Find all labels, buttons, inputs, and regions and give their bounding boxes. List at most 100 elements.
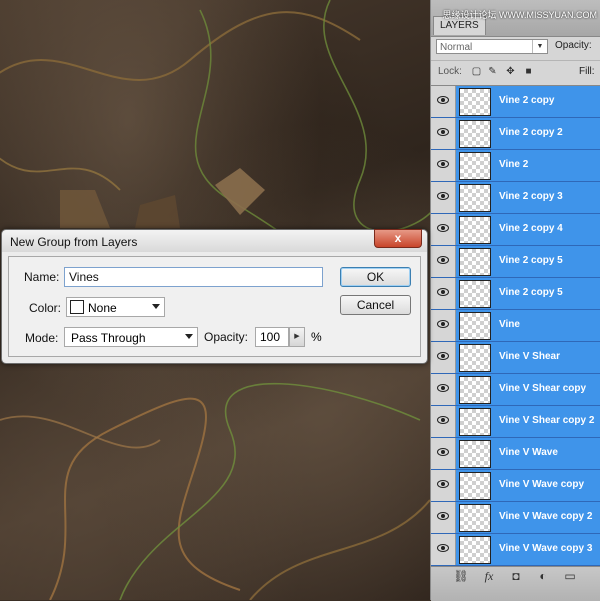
layer-row-body[interactable]: Vine V Wave copy 3 xyxy=(456,534,600,565)
layer-name: Vine 2 copy 4 xyxy=(499,223,563,234)
chevron-down-icon xyxy=(152,304,160,309)
color-select[interactable]: None xyxy=(66,297,165,317)
fx-icon[interactable]: fx xyxy=(481,569,497,584)
mask-icon[interactable]: ◘ xyxy=(508,569,524,583)
ok-button[interactable]: OK xyxy=(340,267,411,287)
layer-row-body[interactable]: Vine V Wave copy xyxy=(456,470,600,501)
color-swatch xyxy=(70,300,84,314)
layer-thumbnail xyxy=(459,280,491,308)
eye-icon xyxy=(437,288,449,296)
layer-row-body[interactable]: Vine xyxy=(456,310,600,341)
layer-name: Vine V Wave copy xyxy=(499,479,585,490)
layer-name: Vine V Shear copy 2 xyxy=(499,415,595,426)
layer-thumbnail xyxy=(459,536,491,564)
layer-row[interactable]: Vine 2 copy 3 xyxy=(431,182,600,214)
layer-row[interactable]: Vine V Wave copy 3 xyxy=(431,534,600,566)
visibility-toggle[interactable] xyxy=(431,246,456,277)
layer-row[interactable]: Vine V Wave copy 2 xyxy=(431,502,600,534)
layer-thumbnail xyxy=(459,120,491,148)
layer-row-body[interactable]: Vine V Shear copy 2 xyxy=(456,406,600,437)
layer-name: Vine xyxy=(499,319,520,330)
layer-name: Vine 2 xyxy=(499,159,529,170)
visibility-toggle[interactable] xyxy=(431,310,456,341)
layer-name: Vine V Wave copy 3 xyxy=(499,543,593,554)
layer-thumbnail xyxy=(459,248,491,276)
lock-image-icon[interactable]: ✎ xyxy=(487,66,498,77)
visibility-toggle[interactable] xyxy=(431,438,456,469)
layer-thumbnail xyxy=(459,440,491,468)
visibility-toggle[interactable] xyxy=(431,278,456,309)
fill-label: Fill: xyxy=(579,66,595,77)
layer-row[interactable]: Vine 2 copy 2 xyxy=(431,118,600,150)
eye-icon xyxy=(437,448,449,456)
visibility-toggle[interactable] xyxy=(431,470,456,501)
layer-row-body[interactable]: Vine 2 xyxy=(456,150,600,181)
close-button[interactable]: x xyxy=(374,229,422,248)
lock-position-icon[interactable]: ✥ xyxy=(505,66,516,77)
visibility-toggle[interactable] xyxy=(431,502,456,533)
layer-row[interactable]: Vine V Wave xyxy=(431,438,600,470)
layer-row[interactable]: Vine 2 copy 5 xyxy=(431,246,600,278)
layer-row-body[interactable]: Vine V Wave xyxy=(456,438,600,469)
lock-transparent-icon[interactable]: ▢ xyxy=(471,66,482,77)
name-input[interactable] xyxy=(64,267,323,287)
layer-row[interactable]: Vine 2 xyxy=(431,150,600,182)
visibility-toggle[interactable] xyxy=(431,150,456,181)
layer-thumbnail xyxy=(459,472,491,500)
adjustment-icon[interactable]: ◐ xyxy=(535,569,551,583)
layer-row-body[interactable]: Vine 2 copy xyxy=(456,86,600,117)
layer-name: Vine V Wave copy 2 xyxy=(499,511,593,522)
layer-row-body[interactable]: Vine V Wave copy 2 xyxy=(456,502,600,533)
opacity-stepper[interactable]: ▶ xyxy=(289,327,305,347)
lock-all-icon[interactable]: ■ xyxy=(523,66,534,77)
opacity-label: Opacity: xyxy=(204,330,249,344)
blend-mode-value: Normal xyxy=(440,42,473,53)
visibility-toggle[interactable] xyxy=(431,214,456,245)
layer-row[interactable]: Vine 2 copy xyxy=(431,86,600,118)
chevron-down-icon: ▼ xyxy=(532,40,547,53)
layer-name: Vine 2 copy 5 xyxy=(499,255,563,266)
visibility-toggle[interactable] xyxy=(431,118,456,149)
layer-thumbnail xyxy=(459,408,491,436)
mode-select[interactable]: Pass Through xyxy=(64,327,198,347)
layer-row-body[interactable]: Vine 2 copy 5 xyxy=(456,246,600,277)
layer-row[interactable]: Vine V Wave copy xyxy=(431,470,600,502)
layer-row-body[interactable]: Vine 2 copy 2 xyxy=(456,118,600,149)
eye-icon xyxy=(437,224,449,232)
panel-footer: ⛓ fx ◘ ◐ ▭ xyxy=(431,566,600,601)
layer-row[interactable]: Vine xyxy=(431,310,600,342)
eye-icon xyxy=(437,544,449,552)
folder-icon[interactable]: ▭ xyxy=(562,569,578,583)
close-icon: x xyxy=(394,231,402,245)
blend-mode-select[interactable]: Normal ▼ xyxy=(436,39,548,54)
visibility-toggle[interactable] xyxy=(431,374,456,405)
layer-row[interactable]: Vine V Shear copy 2 xyxy=(431,406,600,438)
layer-name: Vine 2 copy 3 xyxy=(499,191,563,202)
dialog-body: Name: Color: None Mode: Pass Through Opa… xyxy=(8,256,421,357)
dialog-titlebar[interactable]: New Group from Layers x xyxy=(2,229,427,252)
layer-row-body[interactable]: Vine 2 copy 5 xyxy=(456,278,600,309)
layer-row[interactable]: Vine 2 copy 4 xyxy=(431,214,600,246)
cancel-button[interactable]: Cancel xyxy=(340,295,411,315)
layer-row-body[interactable]: Vine 2 copy 3 xyxy=(456,182,600,213)
opacity-input[interactable]: 100 xyxy=(255,327,289,347)
layer-row-body[interactable]: Vine V Shear xyxy=(456,342,600,373)
opacity-label: Opacity: xyxy=(555,40,592,51)
mode-value: Pass Through xyxy=(71,331,146,345)
link-icon[interactable]: ⛓ xyxy=(453,569,469,583)
visibility-toggle[interactable] xyxy=(431,534,456,565)
new-group-dialog: New Group from Layers x Name: Color: Non… xyxy=(1,229,428,364)
visibility-toggle[interactable] xyxy=(431,342,456,373)
visibility-toggle[interactable] xyxy=(431,86,456,117)
visibility-toggle[interactable] xyxy=(431,406,456,437)
layer-row-body[interactable]: Vine V Shear copy xyxy=(456,374,600,405)
layer-row[interactable]: Vine 2 copy 5 xyxy=(431,278,600,310)
layer-row-body[interactable]: Vine 2 copy 4 xyxy=(456,214,600,245)
layer-row[interactable]: Vine V Shear xyxy=(431,342,600,374)
eye-icon xyxy=(437,160,449,168)
lock-row: Lock: ▢ ✎ ✥ ■ Fill: xyxy=(431,60,600,86)
layer-row[interactable]: Vine V Shear copy xyxy=(431,374,600,406)
visibility-toggle[interactable] xyxy=(431,182,456,213)
eye-icon xyxy=(437,256,449,264)
layer-list: Vine 2 copy Vine 2 copy 2 Vine 2 Vine 2 cop… xyxy=(431,86,600,566)
